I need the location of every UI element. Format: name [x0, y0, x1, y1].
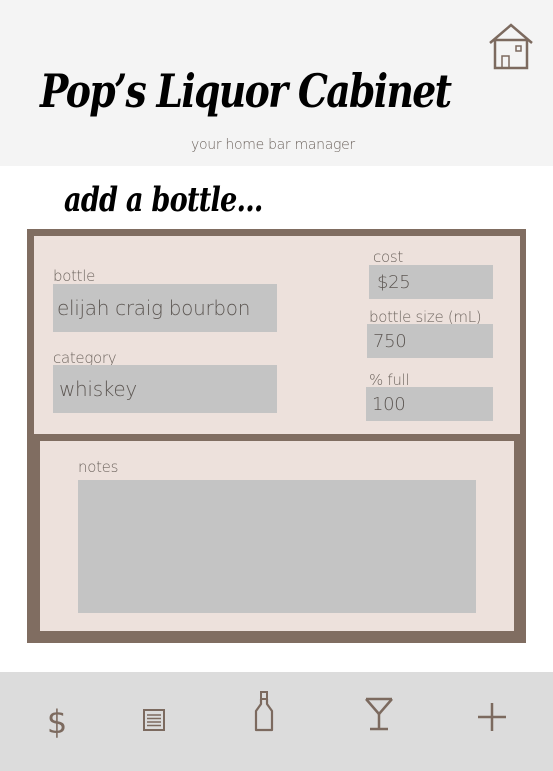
cocktail-glass-icon — [365, 697, 393, 731]
bottle-icon — [254, 691, 274, 732]
cost-label: cost — [373, 248, 403, 266]
nav-cocktails-button[interactable] — [363, 696, 395, 732]
nav-prices-button[interactable]: $ — [40, 702, 74, 742]
dollar-icon: $ — [46, 703, 68, 741]
home-icon — [489, 23, 533, 70]
nav-bottles-button[interactable] — [250, 688, 278, 734]
notes-panel: notes — [40, 441, 514, 631]
app-subtitle: your home bar manager — [191, 137, 355, 153]
percent-full-input[interactable] — [366, 387, 493, 421]
nav-list-button[interactable] — [140, 705, 168, 735]
nav-add-button[interactable] — [475, 700, 509, 734]
bottle-size-input[interactable] — [367, 324, 493, 358]
app-header: Pop’s Liquor Cabinet your home bar manag… — [0, 0, 553, 166]
list-icon — [143, 709, 165, 731]
section-title: add a bottle... — [64, 180, 263, 220]
notes-label: notes — [78, 458, 119, 476]
add-bottle-form: bottle category cost bottle size (mL) % … — [27, 229, 526, 643]
notes-textarea[interactable] — [78, 480, 476, 613]
bottle-details-panel: bottle category cost bottle size (mL) % … — [34, 236, 520, 434]
cost-input[interactable] — [369, 265, 493, 299]
home-button[interactable] — [488, 22, 534, 70]
plus-icon — [478, 703, 506, 731]
category-input[interactable] — [53, 365, 277, 413]
app-title: Pop’s Liquor Cabinet — [40, 64, 452, 118]
bottom-nav: $ — [0, 672, 553, 771]
bottle-input[interactable] — [53, 284, 277, 332]
bottle-label: bottle — [53, 267, 96, 285]
